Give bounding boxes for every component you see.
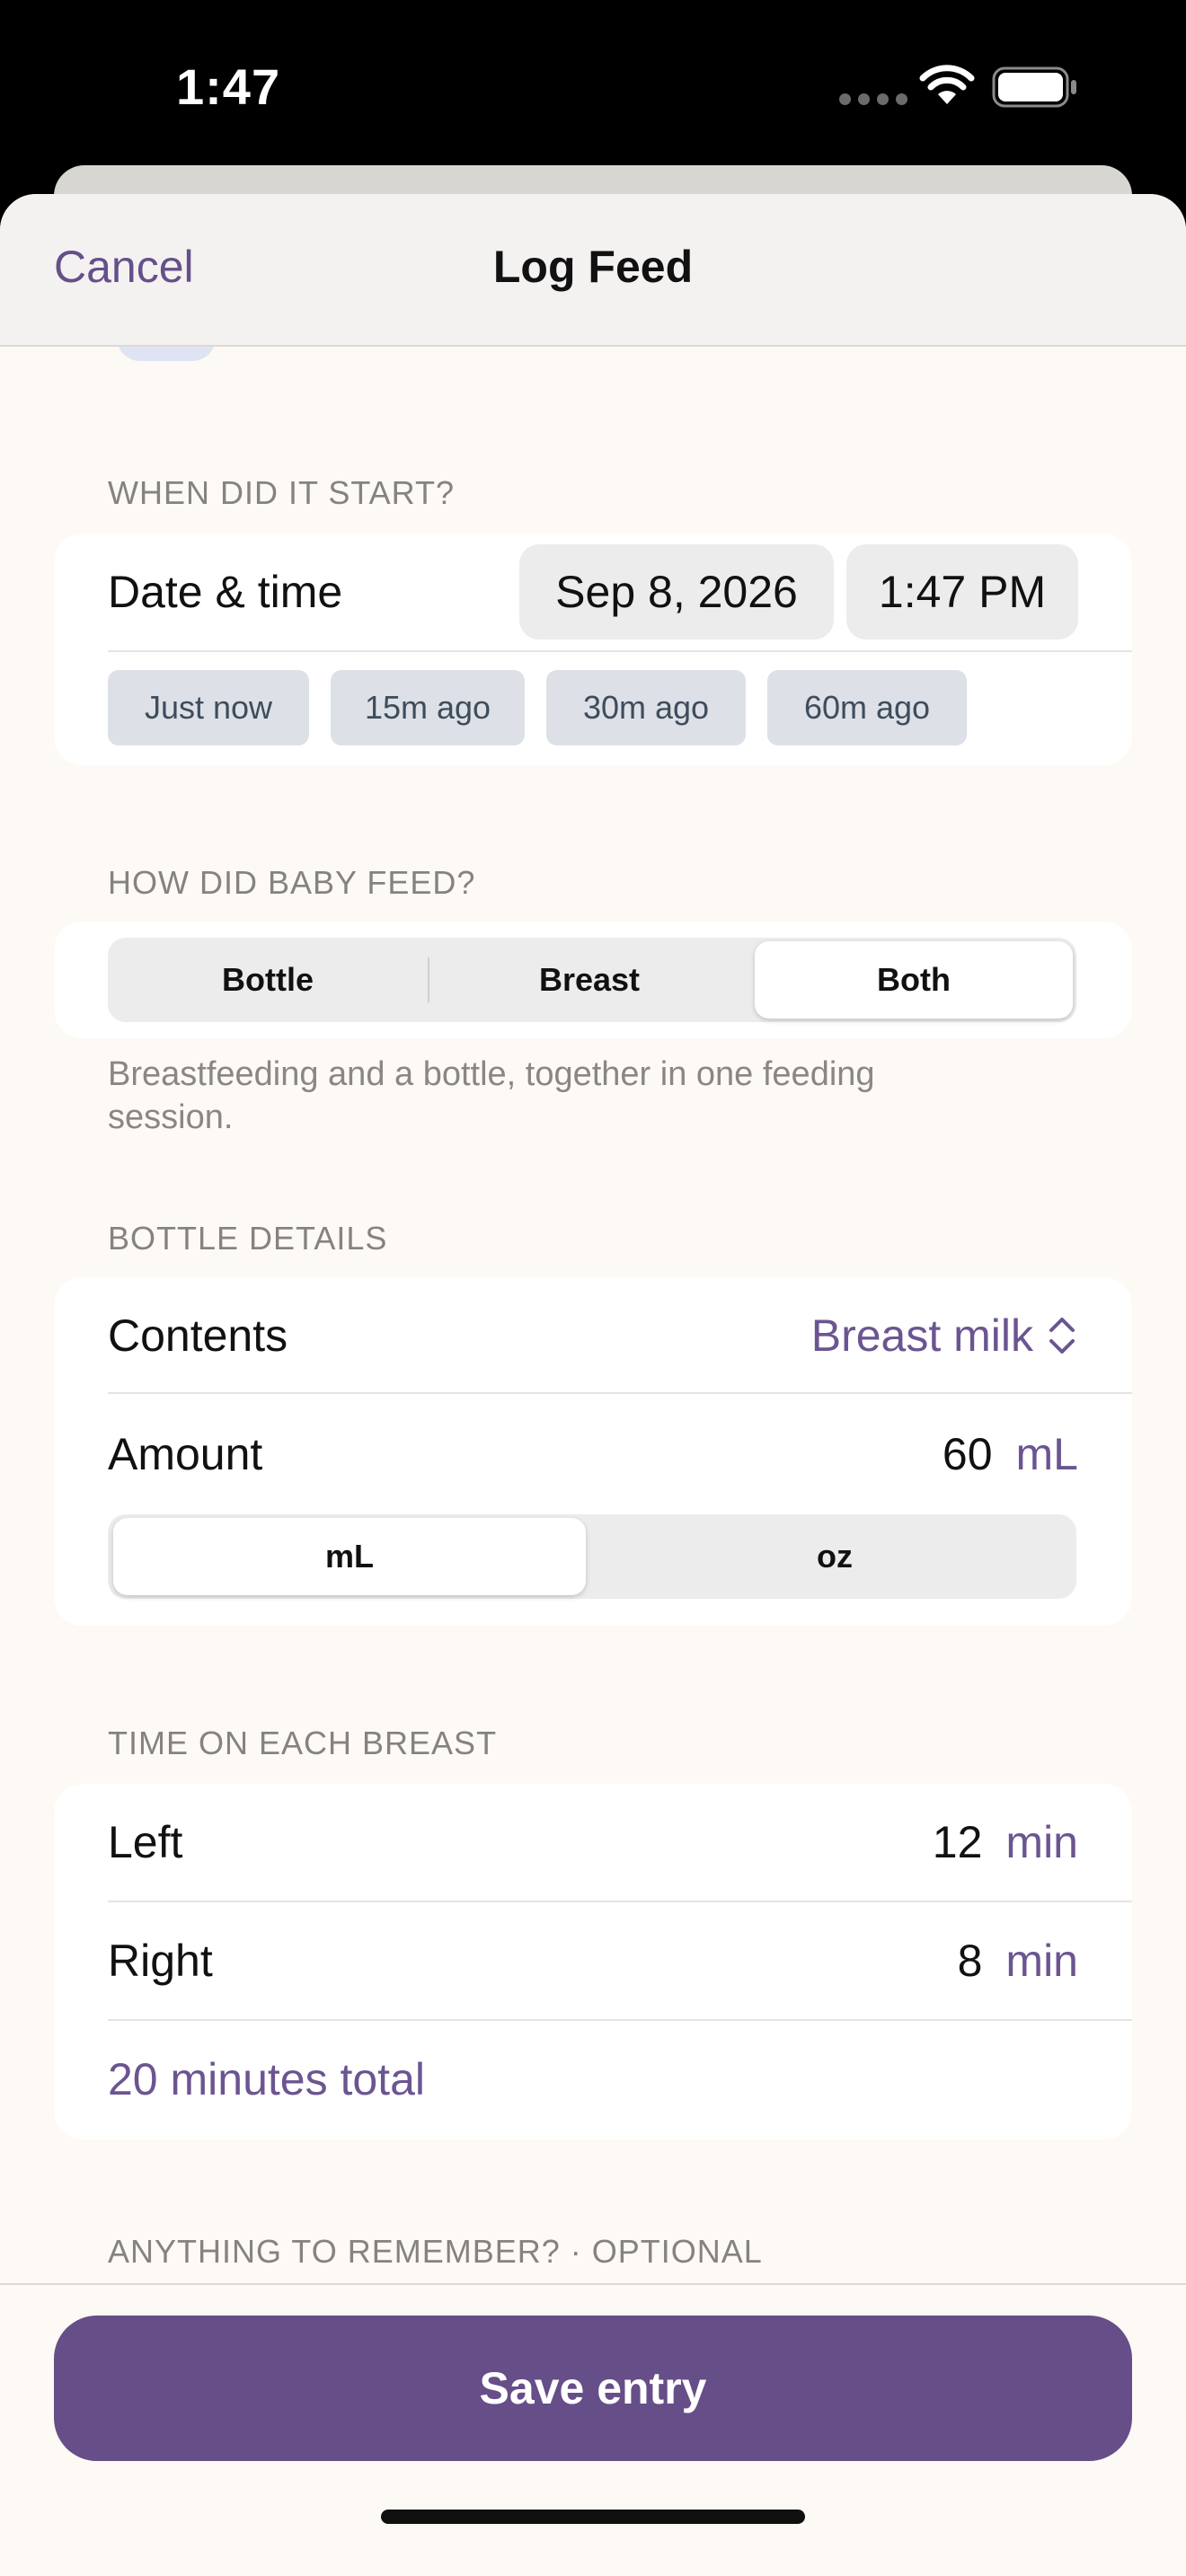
amount-label: Amount xyxy=(108,1429,263,1479)
battery-icon xyxy=(992,66,1076,108)
nav-bar: Cancel Log Feed xyxy=(0,194,1186,347)
chip-60m-ago[interactable]: 60m ago xyxy=(767,670,967,745)
contents-value: Breast milk xyxy=(810,1310,1033,1361)
notes-header: ANYTHING TO REMEMBER? · OPTIONAL xyxy=(108,2233,763,2270)
status-time: 1:47 xyxy=(176,58,281,115)
chip-30m-ago[interactable]: 30m ago xyxy=(546,670,746,745)
amount-unit: mL xyxy=(1015,1429,1078,1479)
amount-field[interactable]: 60 mL xyxy=(943,1428,1078,1480)
segment-both[interactable]: Both xyxy=(755,941,1073,1019)
chip-15m-ago[interactable]: 15m ago xyxy=(331,670,525,745)
contents-label: Contents xyxy=(108,1310,288,1361)
left-breast-unit: min xyxy=(1005,1817,1078,1867)
log-feed-sheet: Cancel Log Feed WHEN DID IT START? Date … xyxy=(0,194,1186,2576)
segment-oz[interactable]: oz xyxy=(593,1514,1076,1599)
date-time-label: Date & time xyxy=(108,567,343,617)
right-breast-unit: min xyxy=(1005,1936,1078,1986)
feed-type-description: Breastfeeding and a bottle, together in … xyxy=(108,1055,875,1136)
status-bar: 1:47 xyxy=(0,0,1186,171)
feed-type-header: HOW DID BABY FEED? xyxy=(108,864,476,901)
start-section-header: WHEN DID IT START? xyxy=(108,474,456,511)
unit-segmented-control: mL oz xyxy=(108,1514,1076,1599)
breast-time-card: Left 12 min Right 8 min 20 minutes total xyxy=(54,1784,1132,2139)
chip-just-now[interactable]: Just now xyxy=(108,670,309,745)
chevron-up-down-icon xyxy=(1049,1318,1075,1354)
save-button[interactable]: Save entry xyxy=(54,2316,1132,2461)
divider xyxy=(108,1392,1132,1394)
feed-type-segmented-control: Bottle Breast Both xyxy=(108,938,1076,1022)
divider xyxy=(108,1901,1132,1902)
wifi-icon xyxy=(919,65,975,104)
signal-dots-icon xyxy=(839,93,907,105)
total-time: 20 minutes total xyxy=(108,2054,425,2104)
home-indicator xyxy=(381,2510,805,2524)
segment-bottle[interactable]: Bottle xyxy=(108,938,428,1022)
segment-ml[interactable]: mL xyxy=(113,1518,586,1595)
left-breast-label: Left xyxy=(108,1817,183,1867)
bottle-details-card: Contents Breast milk Amount 60 mL mL oz xyxy=(54,1277,1132,1626)
date-picker[interactable]: Sep 8, 2026 xyxy=(519,544,834,640)
bottle-details-header: BOTTLE DETAILS xyxy=(108,1220,388,1257)
right-breast-field[interactable]: 8 min xyxy=(958,1935,1078,1987)
bottom-bar: Save entry xyxy=(0,2283,1186,2576)
contents-picker[interactable]: Breast milk xyxy=(811,1310,1078,1362)
amount-value: 60 xyxy=(942,1429,993,1479)
right-breast-label: Right xyxy=(108,1936,213,1986)
page-title: Log Feed xyxy=(492,242,694,292)
right-breast-value: 8 xyxy=(957,1936,983,1986)
segment-breast[interactable]: Breast xyxy=(429,938,749,1022)
feed-type-card: Bottle Breast Both xyxy=(54,922,1132,1038)
start-card: Date & time Sep 8, 2026 1:47 PM Just now… xyxy=(54,534,1132,765)
divider xyxy=(108,650,1132,652)
divider xyxy=(108,2019,1132,2021)
left-breast-field[interactable]: 12 min xyxy=(933,1816,1078,1868)
time-picker[interactable]: 1:47 PM xyxy=(846,544,1078,640)
breast-time-header: TIME ON EACH BREAST xyxy=(108,1725,498,1761)
left-breast-value: 12 xyxy=(932,1817,983,1867)
